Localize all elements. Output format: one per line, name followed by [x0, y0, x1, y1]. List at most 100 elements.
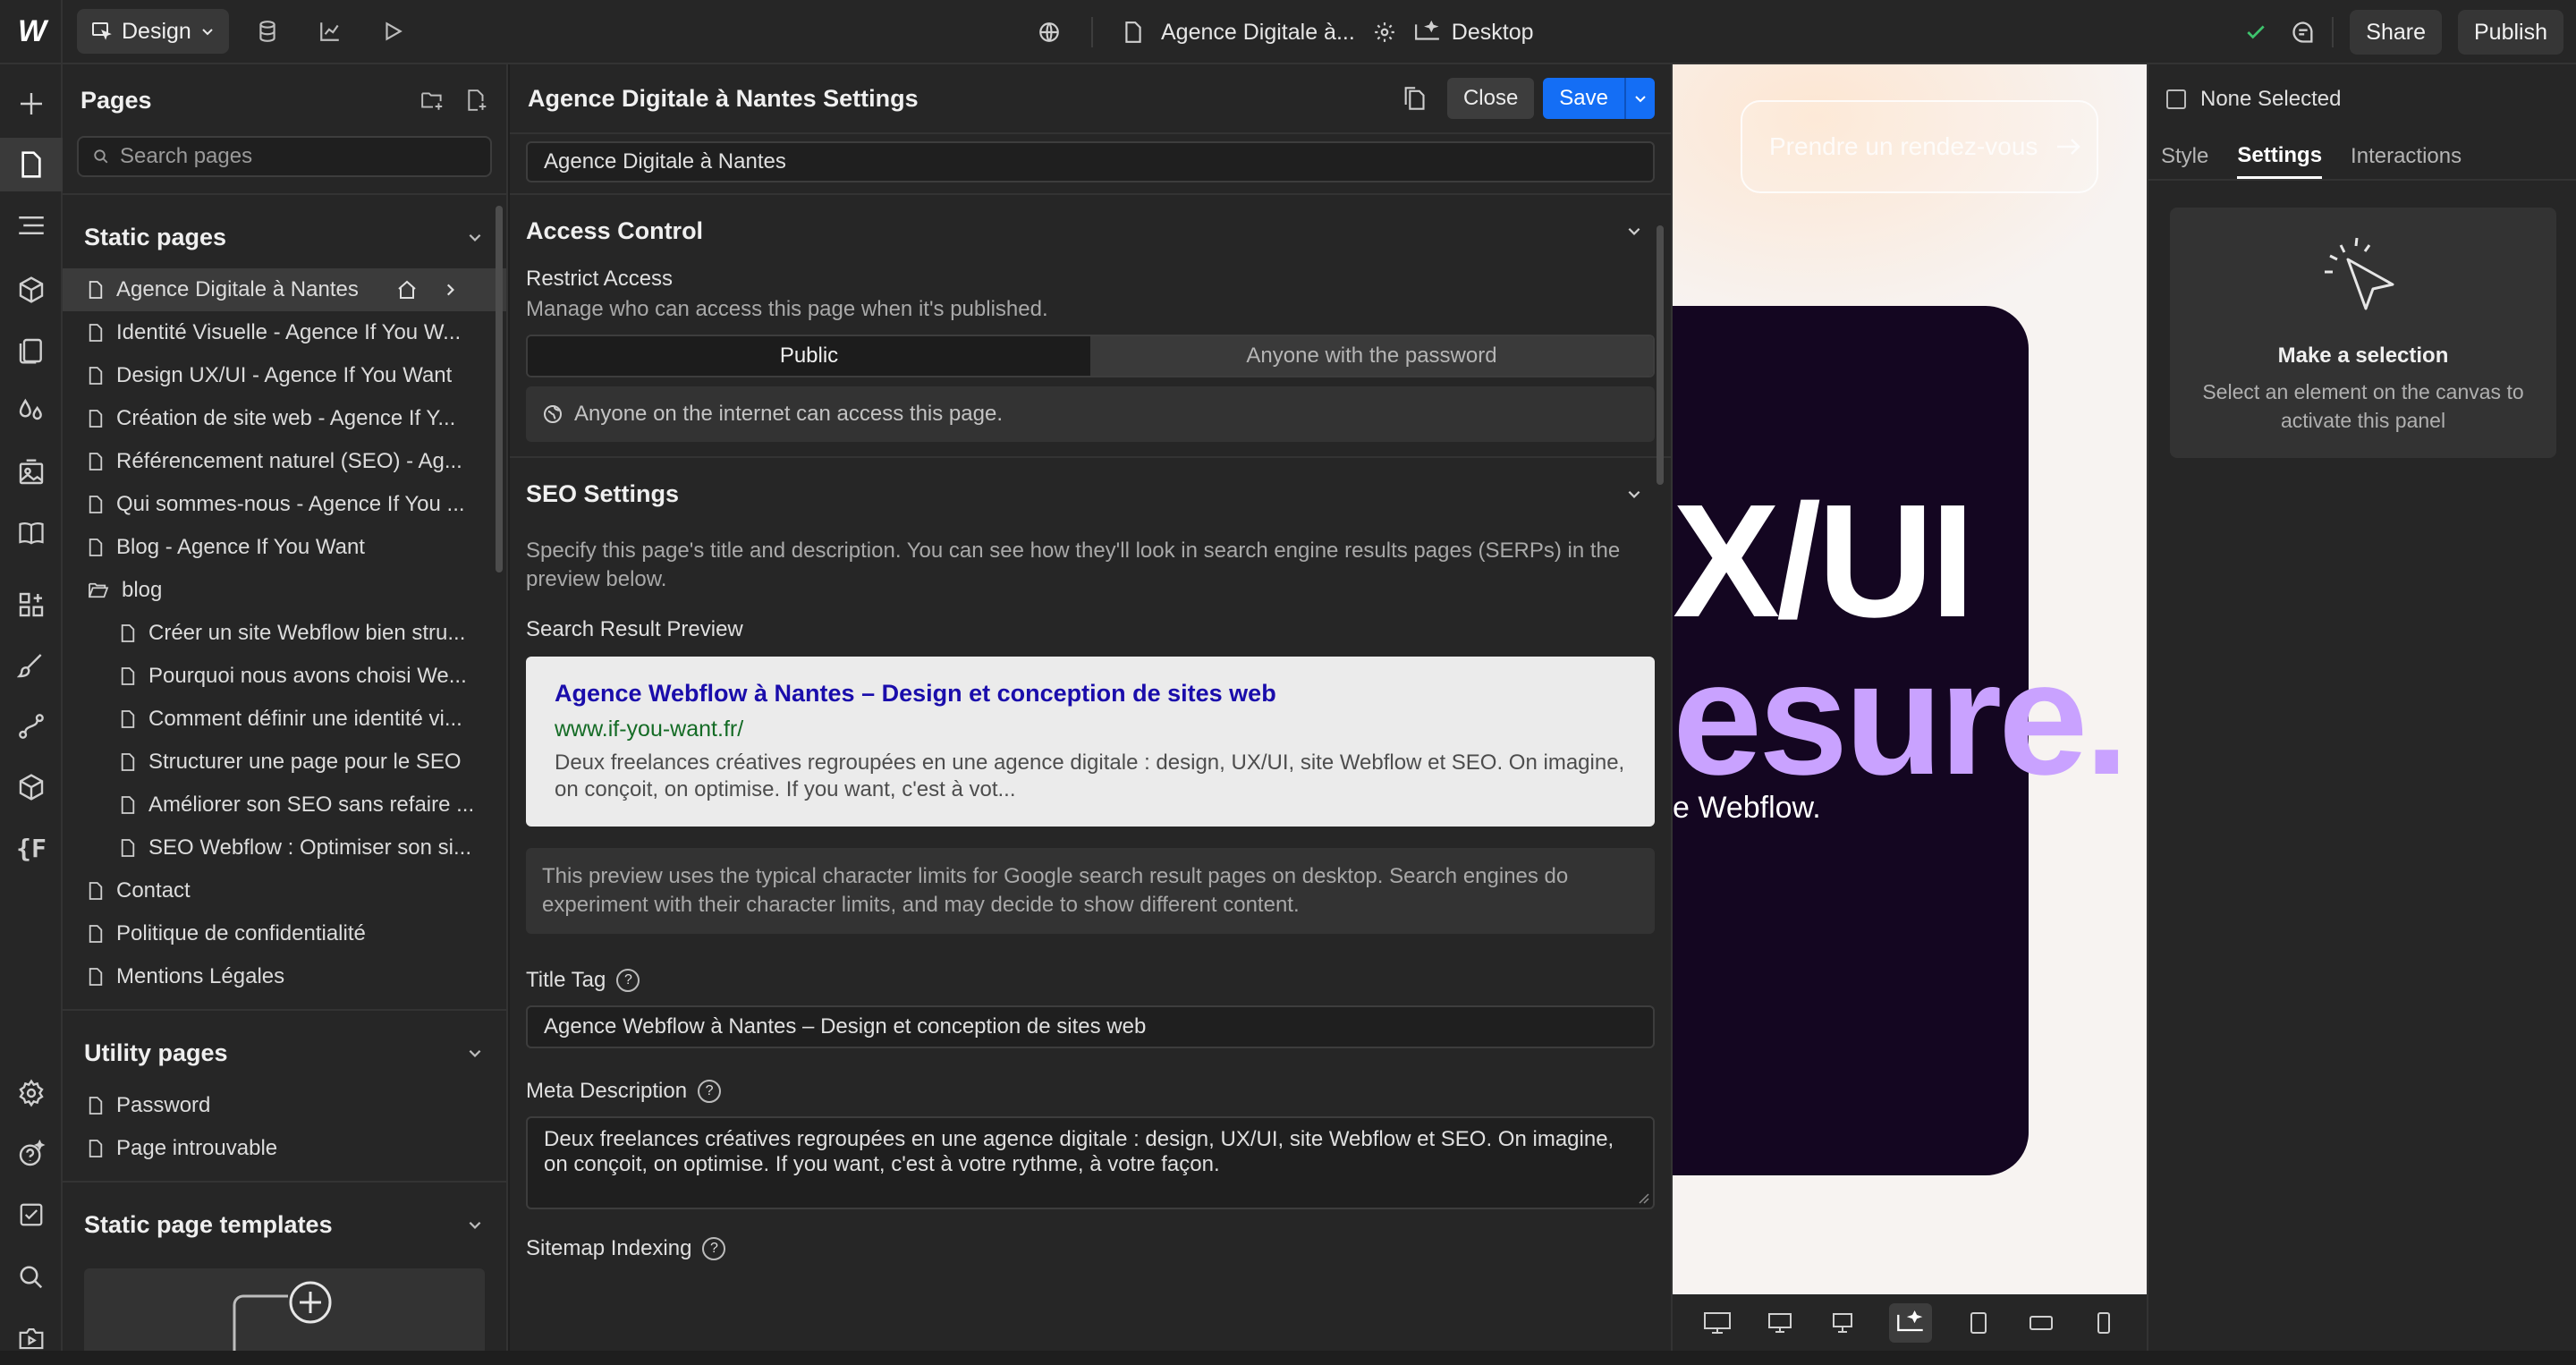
access-option-public[interactable]: Public: [528, 336, 1090, 376]
save-options-button[interactable]: [1624, 78, 1655, 119]
title-tag-input[interactable]: Agence Webflow à Nantes – Design et conc…: [526, 1005, 1655, 1048]
utility-pages-header[interactable]: Utility pages: [63, 1022, 506, 1084]
page-item[interactable]: Blog - Agence If You Want: [63, 526, 506, 569]
search-pages-input[interactable]: Search pages: [77, 136, 492, 177]
breakpoint-label[interactable]: Desktop: [1452, 20, 1534, 46]
webflow-logo[interactable]: W: [0, 0, 63, 64]
page-item-label: Création de site web - Agence If Y...: [116, 406, 456, 430]
page-item[interactable]: Comment définir une identité vi...: [63, 698, 506, 741]
breakpoint-desktop-icon[interactable]: [1414, 21, 1441, 44]
gear-icon[interactable]: [1373, 21, 1396, 44]
hero-subtitle: e Webflow.: [1673, 791, 1821, 825]
seo-settings-header[interactable]: SEO Settings: [510, 458, 1671, 530]
variables-icon[interactable]: [0, 324, 63, 377]
page-icon: [88, 1096, 104, 1115]
globe-icon[interactable]: [1038, 21, 1061, 44]
page-item[interactable]: Contact: [63, 869, 506, 912]
help-icon[interactable]: [0, 1127, 63, 1181]
logic-icon[interactable]: [0, 699, 63, 753]
page-item-label: Structurer une page pour le SEO: [148, 750, 462, 774]
play-icon[interactable]: [361, 0, 424, 64]
pages-panel: Pages Search pages Static pages Agence D…: [63, 64, 508, 1351]
search-icon[interactable]: [0, 1251, 63, 1304]
add-folder-icon[interactable]: [420, 89, 445, 112]
comment-icon[interactable]: [2291, 20, 2316, 45]
page-item[interactable]: Création de site web - Agence If Y...: [63, 397, 506, 440]
page-item[interactable]: Améliorer son SEO sans refaire ...: [63, 784, 506, 827]
breakpoint-mobile-portrait-icon[interactable]: [2088, 1307, 2120, 1339]
add-icon[interactable]: [0, 77, 63, 131]
close-button[interactable]: Close: [1446, 78, 1535, 119]
breakpoint-mobile-landscape-icon[interactable]: [2025, 1307, 2057, 1339]
chevron-right-icon[interactable]: [442, 282, 458, 298]
package-icon[interactable]: [0, 760, 63, 814]
brush-icon[interactable]: [0, 639, 63, 692]
custom-code-icon[interactable]: {F: [0, 821, 63, 875]
access-control-header[interactable]: Access Control: [510, 195, 1671, 267]
page-item[interactable]: Identité Visuelle - Agence If You W...: [63, 311, 506, 354]
page-item[interactable]: Référencement naturel (SEO) - Ag...: [63, 440, 506, 483]
current-page-title[interactable]: Agence Digitale à...: [1161, 20, 1355, 46]
styles-icon[interactable]: [0, 385, 63, 438]
template-card[interactable]: [84, 1268, 485, 1351]
publish-button[interactable]: Publish: [2458, 10, 2563, 55]
page-item-label: Contact: [116, 878, 191, 903]
page-item[interactable]: SEO Webflow : Optimiser son si...: [63, 827, 506, 869]
meta-description-textarea[interactable]: Deux freelances créatives regroupées en …: [526, 1116, 1655, 1209]
meta-description-label-row: Meta Description ?: [510, 1079, 1671, 1104]
breakpoint-desktop-icon[interactable]: [1889, 1302, 1932, 1343]
page-item[interactable]: Mentions Légales: [63, 955, 506, 998]
duplicate-icon[interactable]: [1402, 86, 1426, 111]
breakpoint-bar: [1673, 1294, 2147, 1351]
breakpoint-large-icon[interactable]: [1826, 1307, 1859, 1339]
breakpoint-tablet-icon[interactable]: [1962, 1307, 1995, 1339]
breakpoint-xxl-icon[interactable]: [1701, 1307, 1733, 1339]
page-item[interactable]: Page introuvable: [63, 1127, 506, 1170]
page-name-field[interactable]: Agence Digitale à Nantes: [526, 141, 1655, 182]
page-item[interactable]: Créer un site Webflow bien stru...: [63, 612, 506, 655]
design-canvas[interactable]: Prendre un rendez-vous X/UI esure. e Web…: [1673, 64, 2147, 1294]
page-item[interactable]: Design UX/UI - Agence If You Want: [63, 354, 506, 397]
add-page-icon[interactable]: [465, 89, 488, 112]
breakpoint-xl-icon[interactable]: [1764, 1307, 1796, 1339]
canvas-cta-button[interactable]: Prendre un rendez-vous: [1741, 100, 2098, 193]
pages-scrollbar[interactable]: [496, 206, 503, 572]
settings-icon[interactable]: [0, 1066, 63, 1120]
share-button[interactable]: Share: [2350, 10, 2442, 55]
video-tutorials-icon[interactable]: [0, 1311, 63, 1365]
navigator-icon[interactable]: [0, 199, 63, 252]
analytics-icon[interactable]: [299, 0, 361, 64]
apps-icon[interactable]: [0, 578, 63, 632]
help-circle-icon[interactable]: ?: [616, 969, 640, 992]
seo-settings-title: SEO Settings: [526, 479, 680, 507]
pages-icon[interactable]: [0, 138, 63, 191]
help-circle-icon[interactable]: ?: [702, 1237, 726, 1260]
assets-icon[interactable]: [0, 445, 63, 499]
database-icon[interactable]: [236, 0, 299, 64]
page-item[interactable]: Password: [63, 1084, 506, 1127]
card-description: Select an element on the canvas to activ…: [2202, 380, 2524, 432]
save-button[interactable]: Save: [1543, 78, 1624, 119]
tab-interactions[interactable]: Interactions: [2351, 134, 2462, 179]
settings-scrollbar[interactable]: [1657, 225, 1664, 485]
access-option-password[interactable]: Anyone with the password: [1090, 336, 1653, 376]
resize-handle-icon[interactable]: [1637, 1191, 1649, 1204]
page-item[interactable]: Politique de confidentialité: [63, 912, 506, 955]
mode-dropdown[interactable]: Design: [77, 9, 229, 54]
divider: [63, 193, 506, 195]
divider: [63, 1009, 506, 1011]
templates-header[interactable]: Static page templates: [63, 1193, 506, 1256]
page-item[interactable]: Qui sommes-nous - Agence If You ...: [63, 483, 506, 526]
page-item[interactable]: Agence Digitale à Nantes: [63, 268, 506, 311]
tab-style[interactable]: Style: [2161, 134, 2208, 179]
audit-icon[interactable]: [0, 1188, 63, 1242]
static-pages-header[interactable]: Static pages: [63, 206, 506, 268]
page-item[interactable]: Structurer une page pour le SEO: [63, 741, 506, 784]
tab-settings[interactable]: Settings: [2237, 134, 2323, 179]
help-circle-icon[interactable]: ?: [698, 1080, 722, 1103]
components-icon[interactable]: [0, 263, 63, 317]
folder-item[interactable]: blog: [63, 569, 506, 612]
selection-checkbox[interactable]: [2166, 89, 2186, 109]
cms-icon[interactable]: [0, 506, 63, 560]
page-item[interactable]: Pourquoi nous avons choisi We...: [63, 655, 506, 698]
